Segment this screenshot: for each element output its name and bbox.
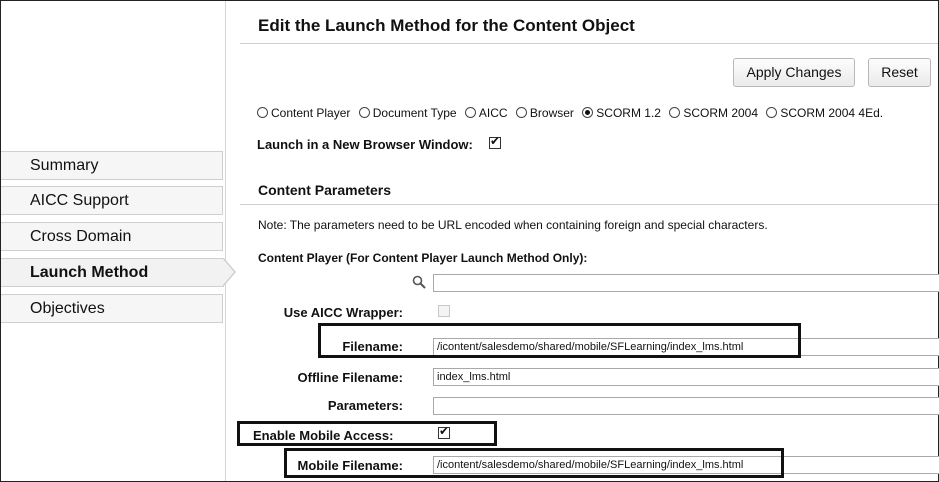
active-indicator-arrow — [223, 258, 236, 286]
page-title: Edit the Launch Method for the Content O… — [258, 16, 635, 35]
radio-option-content-player[interactable]: Content Player — [257, 106, 350, 120]
sidebar-divider — [225, 1, 226, 481]
new-window-checkbox[interactable] — [489, 134, 501, 149]
radio-button[interactable] — [766, 107, 778, 118]
encoding-note: Note: The parameters need to be URL enco… — [258, 218, 768, 232]
offline-filename-label: Offline Filename: — [297, 370, 403, 385]
content-parameters-title: Content Parameters — [258, 182, 392, 198]
content-player-title: Content Player (For Content Player Launc… — [258, 251, 588, 265]
radio-label: SCORM 2004 — [683, 106, 759, 120]
search-icon[interactable] — [412, 275, 426, 289]
use-aicc-wrapper-checkbox[interactable] — [438, 305, 450, 317]
radio-option-scorm-12[interactable]: SCORM 1.2 — [582, 106, 661, 120]
sidebar-item-aicc-support[interactable]: AICC Support — [1, 186, 223, 215]
radio-option-browser[interactable]: Browser — [515, 106, 574, 120]
use-aicc-wrapper-label: Use AICC Wrapper: — [283, 305, 403, 320]
launch-method-radio-group: Content Player Document Type AICC Browse… — [257, 106, 888, 120]
sidebar-item-summary[interactable]: Summary — [1, 151, 223, 180]
mobile-filename-input[interactable] — [433, 456, 939, 474]
radio-button[interactable] — [669, 107, 681, 118]
title-divider — [240, 43, 938, 44]
radio-label: Browser — [529, 106, 574, 120]
enable-mobile-label: Enable Mobile Access: — [253, 428, 394, 443]
radio-button[interactable] — [257, 107, 268, 118]
radio-button[interactable] — [358, 107, 370, 118]
sidebar-item-objectives[interactable]: Objectives — [1, 294, 223, 323]
reset-button[interactable]: Reset — [868, 58, 931, 87]
radio-label: Document Type — [372, 106, 457, 120]
radio-label: Content Player — [271, 106, 351, 120]
radio-option-scorm-2004-4ed[interactable]: SCORM 2004 4Ed. — [766, 106, 883, 120]
radio-label: SCORM 1.2 — [596, 106, 661, 120]
radio-option-document-type[interactable]: Document Type — [358, 106, 457, 120]
mobile-filename-label: Mobile Filename: — [297, 458, 403, 473]
enable-mobile-checkbox[interactable] — [438, 424, 450, 439]
radio-button[interactable] — [464, 107, 476, 118]
sidebar-item-cross-domain[interactable]: Cross Domain — [1, 222, 223, 251]
radio-option-aicc[interactable]: AICC — [464, 106, 508, 120]
radio-button-selected[interactable] — [582, 107, 594, 118]
filename-label: Filename: — [342, 339, 403, 354]
radio-label: SCORM 2004 4Ed. — [780, 106, 884, 120]
filename-input[interactable] — [433, 338, 939, 356]
apply-changes-button[interactable]: Apply Changes — [733, 58, 855, 87]
parameters-label: Parameters: — [327, 398, 403, 413]
offline-filename-input[interactable] — [433, 368, 939, 386]
radio-label: AICC — [478, 106, 508, 120]
radio-button[interactable] — [515, 107, 527, 118]
sidebar-item-launch-method[interactable]: Launch Method — [1, 258, 224, 287]
parameters-input[interactable] — [433, 397, 939, 415]
radio-option-scorm-2004[interactable]: SCORM 2004 — [669, 106, 758, 120]
search-input[interactable] — [433, 274, 939, 292]
new-window-label: Launch in a New Browser Window: — [257, 137, 473, 152]
section-divider — [240, 204, 938, 205]
